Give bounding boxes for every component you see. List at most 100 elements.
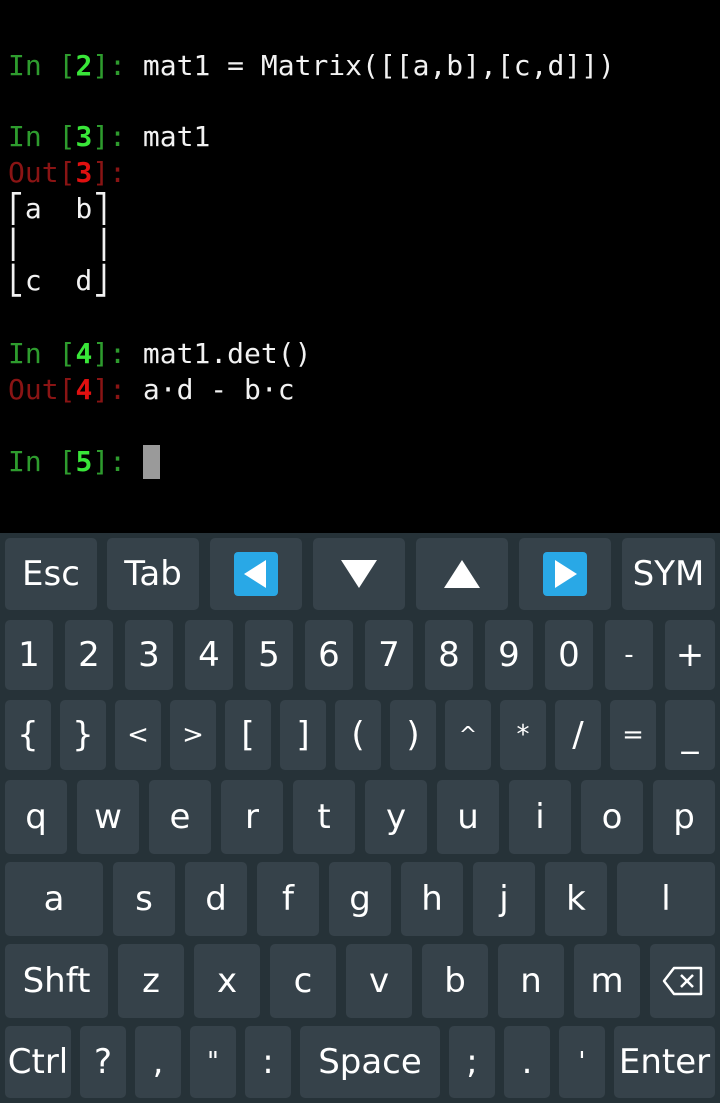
key-q[interactable]: q xyxy=(5,780,67,854)
key-right-arrow[interactable] xyxy=(519,538,611,610)
key-greater-than[interactable]: > xyxy=(170,700,216,770)
key-caret[interactable]: ^ xyxy=(445,700,491,770)
key-label: v xyxy=(368,961,390,1001)
matrix-row-middle: ⎢ ⎥ xyxy=(8,228,110,261)
key-s[interactable]: s xyxy=(113,862,175,936)
key-underscore[interactable]: _ xyxy=(665,700,715,770)
soft-keyboard: Esc Tab SYM 1 2 3 4 5 6 7 8 9 0 - + { } … xyxy=(0,533,720,1103)
key-period[interactable]: . xyxy=(504,1026,550,1098)
in-prompt-prefix: In [ xyxy=(8,337,76,370)
key-k[interactable]: k xyxy=(545,862,607,936)
key-label: f xyxy=(282,879,294,919)
key-m[interactable]: m xyxy=(574,944,640,1018)
key-comma[interactable]: , xyxy=(135,1026,181,1098)
key-label: } xyxy=(72,715,94,755)
key-left-bracket[interactable]: [ xyxy=(225,700,271,770)
key-sym[interactable]: SYM xyxy=(622,538,715,610)
key-semicolon[interactable]: ; xyxy=(449,1026,495,1098)
key-1[interactable]: 1 xyxy=(5,620,53,690)
key-a[interactable]: a xyxy=(5,862,103,936)
key-label: " xyxy=(207,1047,219,1077)
terminal-output[interactable]: In [2]: mat1 = Matrix([[a,b],[c,d]]) In … xyxy=(0,0,720,533)
key-label: t xyxy=(317,797,331,837)
key-label: Esc xyxy=(22,554,80,594)
key-label: j xyxy=(499,879,509,919)
input-line-3: In [3]: mat1 xyxy=(8,119,210,155)
key-6[interactable]: 6 xyxy=(305,620,353,690)
key-equals[interactable]: = xyxy=(610,700,656,770)
key-esc[interactable]: Esc xyxy=(5,538,97,610)
key-shift[interactable]: Shft xyxy=(5,944,108,1018)
key-label: 5 xyxy=(258,635,280,675)
key-j[interactable]: j xyxy=(473,862,535,936)
in-prompt-number: 3 xyxy=(75,120,93,153)
key-g[interactable]: g xyxy=(329,862,391,936)
key-label: m xyxy=(590,961,624,1001)
key-enter[interactable]: Enter xyxy=(614,1026,715,1098)
down-arrow-icon xyxy=(341,560,377,588)
key-tab[interactable]: Tab xyxy=(107,538,199,610)
key-label: = xyxy=(622,720,644,750)
key-colon[interactable]: : xyxy=(245,1026,291,1098)
key-right-brace[interactable]: } xyxy=(60,700,106,770)
key-backspace[interactable] xyxy=(650,944,715,1018)
key-h[interactable]: h xyxy=(401,862,463,936)
input-line-5[interactable]: In [5]: xyxy=(8,444,160,480)
key-asterisk[interactable]: * xyxy=(500,700,546,770)
key-label: 0 xyxy=(558,635,580,675)
key-apostrophe[interactable]: ' xyxy=(559,1026,605,1098)
key-label: > xyxy=(182,720,204,750)
key-2[interactable]: 2 xyxy=(65,620,113,690)
key-i[interactable]: i xyxy=(509,780,571,854)
key-right-bracket[interactable]: ] xyxy=(280,700,326,770)
key-left-arrow[interactable] xyxy=(210,538,302,610)
key-up-arrow[interactable] xyxy=(416,538,508,610)
key-p[interactable]: p xyxy=(653,780,715,854)
key-z[interactable]: z xyxy=(118,944,184,1018)
key-less-than[interactable]: < xyxy=(115,700,161,770)
key-slash[interactable]: / xyxy=(555,700,601,770)
in-prompt-suffix: ]: xyxy=(92,445,143,478)
key-y[interactable]: y xyxy=(365,780,427,854)
key-t[interactable]: t xyxy=(293,780,355,854)
key-8[interactable]: 8 xyxy=(425,620,473,690)
key-r[interactable]: r xyxy=(221,780,283,854)
in-prompt-number: 5 xyxy=(75,445,93,478)
key-d[interactable]: d xyxy=(185,862,247,936)
key-label: x xyxy=(216,961,238,1001)
key-plus[interactable]: + xyxy=(665,620,715,690)
key-5[interactable]: 5 xyxy=(245,620,293,690)
key-9[interactable]: 9 xyxy=(485,620,533,690)
key-v[interactable]: v xyxy=(346,944,412,1018)
key-n[interactable]: n xyxy=(498,944,564,1018)
key-u[interactable]: u xyxy=(437,780,499,854)
key-label: 1 xyxy=(18,635,40,675)
key-7[interactable]: 7 xyxy=(365,620,413,690)
key-left-paren[interactable]: ( xyxy=(335,700,381,770)
key-question[interactable]: ? xyxy=(80,1026,126,1098)
key-4[interactable]: 4 xyxy=(185,620,233,690)
key-x[interactable]: x xyxy=(194,944,260,1018)
key-ctrl[interactable]: Ctrl xyxy=(5,1026,71,1098)
in-prompt-suffix: ]: xyxy=(92,120,143,153)
key-left-brace[interactable]: { xyxy=(5,700,51,770)
key-label: + xyxy=(675,635,705,675)
key-right-paren[interactable]: ) xyxy=(390,700,436,770)
key-0[interactable]: 0 xyxy=(545,620,593,690)
key-c[interactable]: c xyxy=(270,944,336,1018)
key-f[interactable]: f xyxy=(257,862,319,936)
output-value: a⋅d - b⋅c xyxy=(142,373,295,406)
key-minus[interactable]: - xyxy=(605,620,653,690)
key-w[interactable]: w xyxy=(77,780,139,854)
key-label: i xyxy=(535,797,545,837)
key-label: 2 xyxy=(78,635,100,675)
key-down-arrow[interactable] xyxy=(313,538,405,610)
key-double-quote[interactable]: " xyxy=(190,1026,236,1098)
key-o[interactable]: o xyxy=(581,780,643,854)
key-l[interactable]: l xyxy=(617,862,715,936)
key-label: ; xyxy=(466,1042,478,1082)
key-e[interactable]: e xyxy=(149,780,211,854)
key-b[interactable]: b xyxy=(422,944,488,1018)
key-space[interactable]: Space xyxy=(300,1026,440,1098)
key-3[interactable]: 3 xyxy=(125,620,173,690)
